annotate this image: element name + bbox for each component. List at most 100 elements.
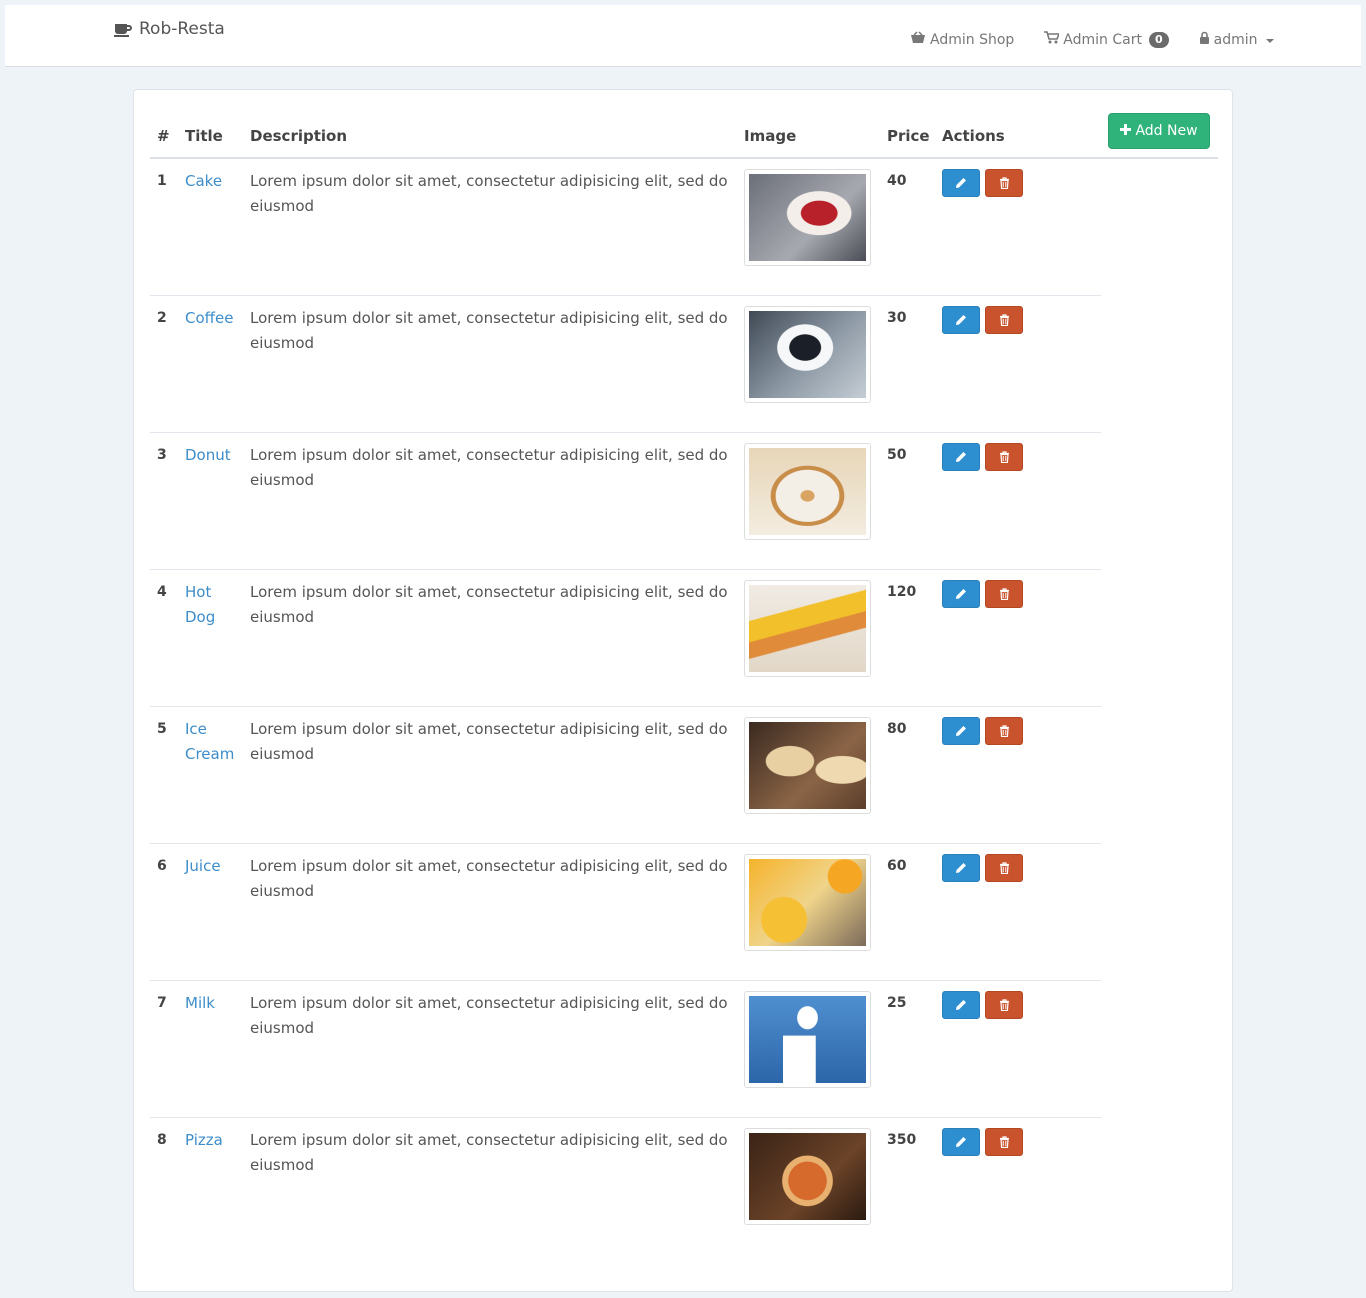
donut-photo <box>749 448 866 535</box>
brand-name: Rob-Resta <box>139 19 225 39</box>
ice-cream-photo <box>749 722 866 809</box>
pizza-photo <box>749 1133 866 1220</box>
row-number: 4 <box>157 584 167 600</box>
edit-button[interactable] <box>942 1128 980 1156</box>
row-actions <box>942 717 1023 745</box>
product-price: 60 <box>887 858 907 874</box>
hot-dog-photo <box>749 585 866 672</box>
row-number: 7 <box>157 995 167 1011</box>
cart-count-badge: 0 <box>1148 31 1169 48</box>
product-price: 25 <box>887 995 907 1011</box>
pencil-icon <box>955 1133 967 1152</box>
product-price: 40 <box>887 173 907 189</box>
product-image <box>744 854 871 951</box>
plus-icon <box>1120 123 1132 139</box>
product-description: Lorem ipsum dolor sit amet, consectetur … <box>250 309 728 352</box>
edit-button[interactable] <box>942 169 980 197</box>
product-description: Lorem ipsum dolor sit amet, consectetur … <box>250 583 728 626</box>
nav-admin-cart[interactable]: Admin Cart 0 <box>1044 31 1169 48</box>
basket-icon <box>910 31 926 48</box>
row-actions <box>942 443 1023 471</box>
row-number: 8 <box>157 1132 167 1148</box>
pencil-icon <box>955 722 967 741</box>
delete-button[interactable] <box>985 443 1023 471</box>
coffee-cup-icon <box>113 21 133 37</box>
nav-user-dropdown[interactable]: admin <box>1199 31 1275 48</box>
milk-photo <box>749 996 866 1083</box>
product-title-link[interactable]: Milk <box>185 991 243 1016</box>
trash-icon <box>999 859 1010 878</box>
nav-admin-shop[interactable]: Admin Shop <box>910 31 1014 48</box>
delete-button[interactable] <box>985 991 1023 1019</box>
product-image <box>744 1128 871 1225</box>
product-title-link[interactable]: Cake <box>185 169 243 194</box>
nav-links: Admin Shop Admin Cart 0 admin <box>910 31 1275 48</box>
row-number: 5 <box>157 721 167 737</box>
delete-button[interactable] <box>985 1128 1023 1156</box>
header-price: Price <box>887 127 930 145</box>
header-description: Description <box>250 127 348 145</box>
products-panel: Add New # Title Description Image Price … <box>133 89 1233 1292</box>
product-description: Lorem ipsum dolor sit amet, consectetur … <box>250 1131 728 1174</box>
row-actions <box>942 991 1023 1019</box>
table-row: 1 Cake Lorem ipsum dolor sit amet, conse… <box>150 159 1101 296</box>
pencil-icon <box>955 311 967 330</box>
product-title-link[interactable]: Pizza <box>185 1128 243 1153</box>
table-row: 5 Ice Cream Lorem ipsum dolor sit amet, … <box>150 707 1101 844</box>
trash-icon <box>999 174 1010 193</box>
table-row: 8 Pizza Lorem ipsum dolor sit amet, cons… <box>150 1118 1101 1255</box>
product-title-link[interactable]: Juice <box>185 854 243 879</box>
product-price: 30 <box>887 310 907 326</box>
trash-icon <box>999 996 1010 1015</box>
row-actions <box>942 306 1023 334</box>
row-number: 6 <box>157 858 167 874</box>
juice-photo <box>749 859 866 946</box>
nav-admin-shop-label: Admin Shop <box>930 31 1015 48</box>
product-image <box>744 580 871 677</box>
product-title-link[interactable]: Donut <box>185 443 243 468</box>
product-description: Lorem ipsum dolor sit amet, consectetur … <box>250 172 728 215</box>
edit-button[interactable] <box>942 717 980 745</box>
product-image <box>744 169 871 266</box>
delete-button[interactable] <box>985 580 1023 608</box>
product-title-link[interactable]: Coffee <box>185 306 243 331</box>
edit-button[interactable] <box>942 991 980 1019</box>
table-row: 6 Juice Lorem ipsum dolor sit amet, cons… <box>150 844 1101 981</box>
table-row: 2 Coffee Lorem ipsum dolor sit amet, con… <box>150 296 1101 433</box>
product-image <box>744 991 871 1088</box>
header-actions: Actions <box>942 127 1005 145</box>
product-title-link[interactable]: Ice Cream <box>185 717 243 767</box>
product-image <box>744 306 871 403</box>
row-number: 3 <box>157 447 167 463</box>
delete-button[interactable] <box>985 306 1023 334</box>
brand-link[interactable]: Rob-Resta <box>113 19 225 39</box>
cart-icon <box>1044 31 1061 48</box>
trash-icon <box>999 1133 1010 1152</box>
edit-button[interactable] <box>942 306 980 334</box>
product-description: Lorem ipsum dolor sit amet, consectetur … <box>250 857 728 900</box>
edit-button[interactable] <box>942 854 980 882</box>
trash-icon <box>999 448 1010 467</box>
delete-button[interactable] <box>985 169 1023 197</box>
product-title-link[interactable]: Hot Dog <box>185 580 243 630</box>
table-row: 4 Hot Dog Lorem ipsum dolor sit amet, co… <box>150 570 1101 707</box>
nav-user-label: admin <box>1213 31 1258 48</box>
delete-button[interactable] <box>985 854 1023 882</box>
trash-icon <box>999 311 1010 330</box>
product-description: Lorem ipsum dolor sit amet, consectetur … <box>250 446 728 489</box>
row-actions <box>942 1128 1023 1156</box>
pencil-icon <box>955 859 967 878</box>
chevron-down-icon <box>1266 38 1275 43</box>
edit-button[interactable] <box>942 443 980 471</box>
delete-button[interactable] <box>985 717 1023 745</box>
product-image <box>744 443 871 540</box>
row-number: 2 <box>157 310 167 326</box>
pencil-icon <box>955 585 967 604</box>
top-navbar: Rob-Resta Admin Shop Admin Cart 0 admin <box>5 5 1361 67</box>
product-price: 120 <box>887 584 917 600</box>
header-title: Title <box>185 127 223 145</box>
edit-button[interactable] <box>942 580 980 608</box>
add-new-button[interactable]: Add New <box>1108 113 1210 149</box>
lock-icon <box>1199 31 1210 48</box>
product-price: 50 <box>887 447 907 463</box>
